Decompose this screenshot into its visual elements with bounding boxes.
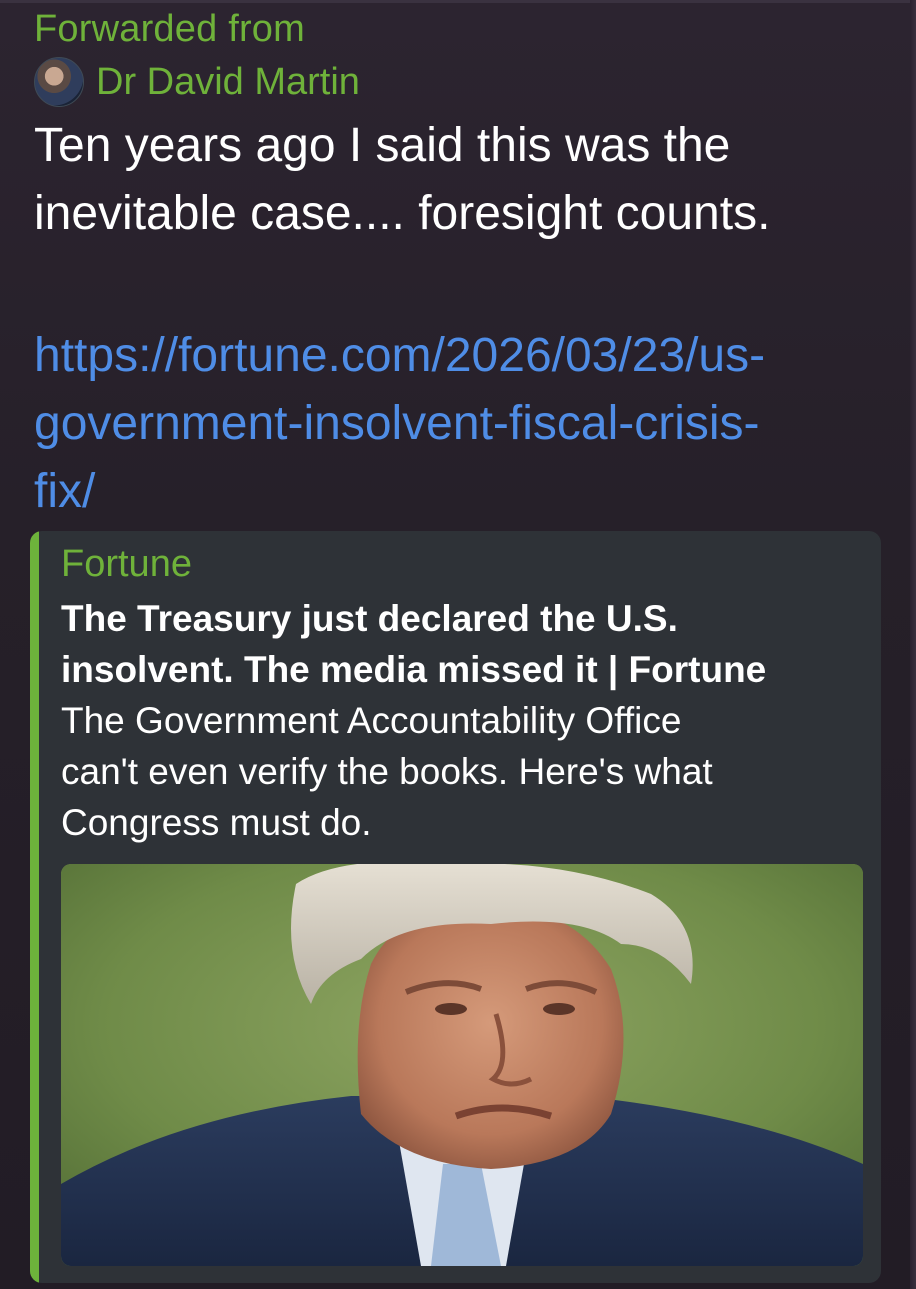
preview-description-line: can't even verify the books. Here's what — [61, 751, 713, 792]
bubble-side-edge — [910, 0, 916, 1289]
link-preview-card[interactable]: Fortune The Treasury just declared the U… — [30, 531, 881, 1283]
message-link-line[interactable]: government-insolvent-fiscal-crisis- — [34, 390, 894, 458]
message-text-line: inevitable case.... foresight counts. — [34, 187, 771, 240]
preview-description-line: The Government Accountability Office — [61, 700, 682, 741]
message-link[interactable]: https://fortune.com/2026/03/23/us- gover… — [34, 322, 894, 526]
forwarded-author[interactable]: Dr David Martin — [34, 56, 360, 108]
preview-image[interactable] — [61, 864, 863, 1266]
bubble-top-edge — [0, 0, 916, 3]
preview-title-line: The Treasury just declared the U.S. — [61, 598, 678, 639]
author-name[interactable]: Dr David Martin — [96, 61, 360, 104]
message-text: Ten years ago I said this was the inevit… — [34, 112, 894, 248]
message-link-line[interactable]: https://fortune.com/2026/03/23/us- — [34, 322, 894, 390]
message-text-line: Ten years ago I said this was the — [34, 119, 731, 172]
forwarded-from-label: Forwarded from — [34, 8, 305, 50]
preview-title: The Treasury just declared the U.S. inso… — [61, 593, 871, 695]
preview-title-line: insolvent. The media missed it | Fortune — [61, 649, 767, 690]
preview-description: The Government Accountability Office can… — [61, 695, 871, 848]
message-bubble[interactable]: Forwarded from Dr David Martin Ten years… — [0, 0, 916, 1289]
author-avatar[interactable] — [34, 57, 84, 107]
preview-accent-bar — [30, 531, 39, 1283]
preview-site-name: Fortune — [61, 543, 192, 585]
preview-description-line: Congress must do. — [61, 802, 372, 843]
message-link-line[interactable]: fix/ — [34, 458, 894, 526]
preview-photo — [61, 864, 863, 1266]
